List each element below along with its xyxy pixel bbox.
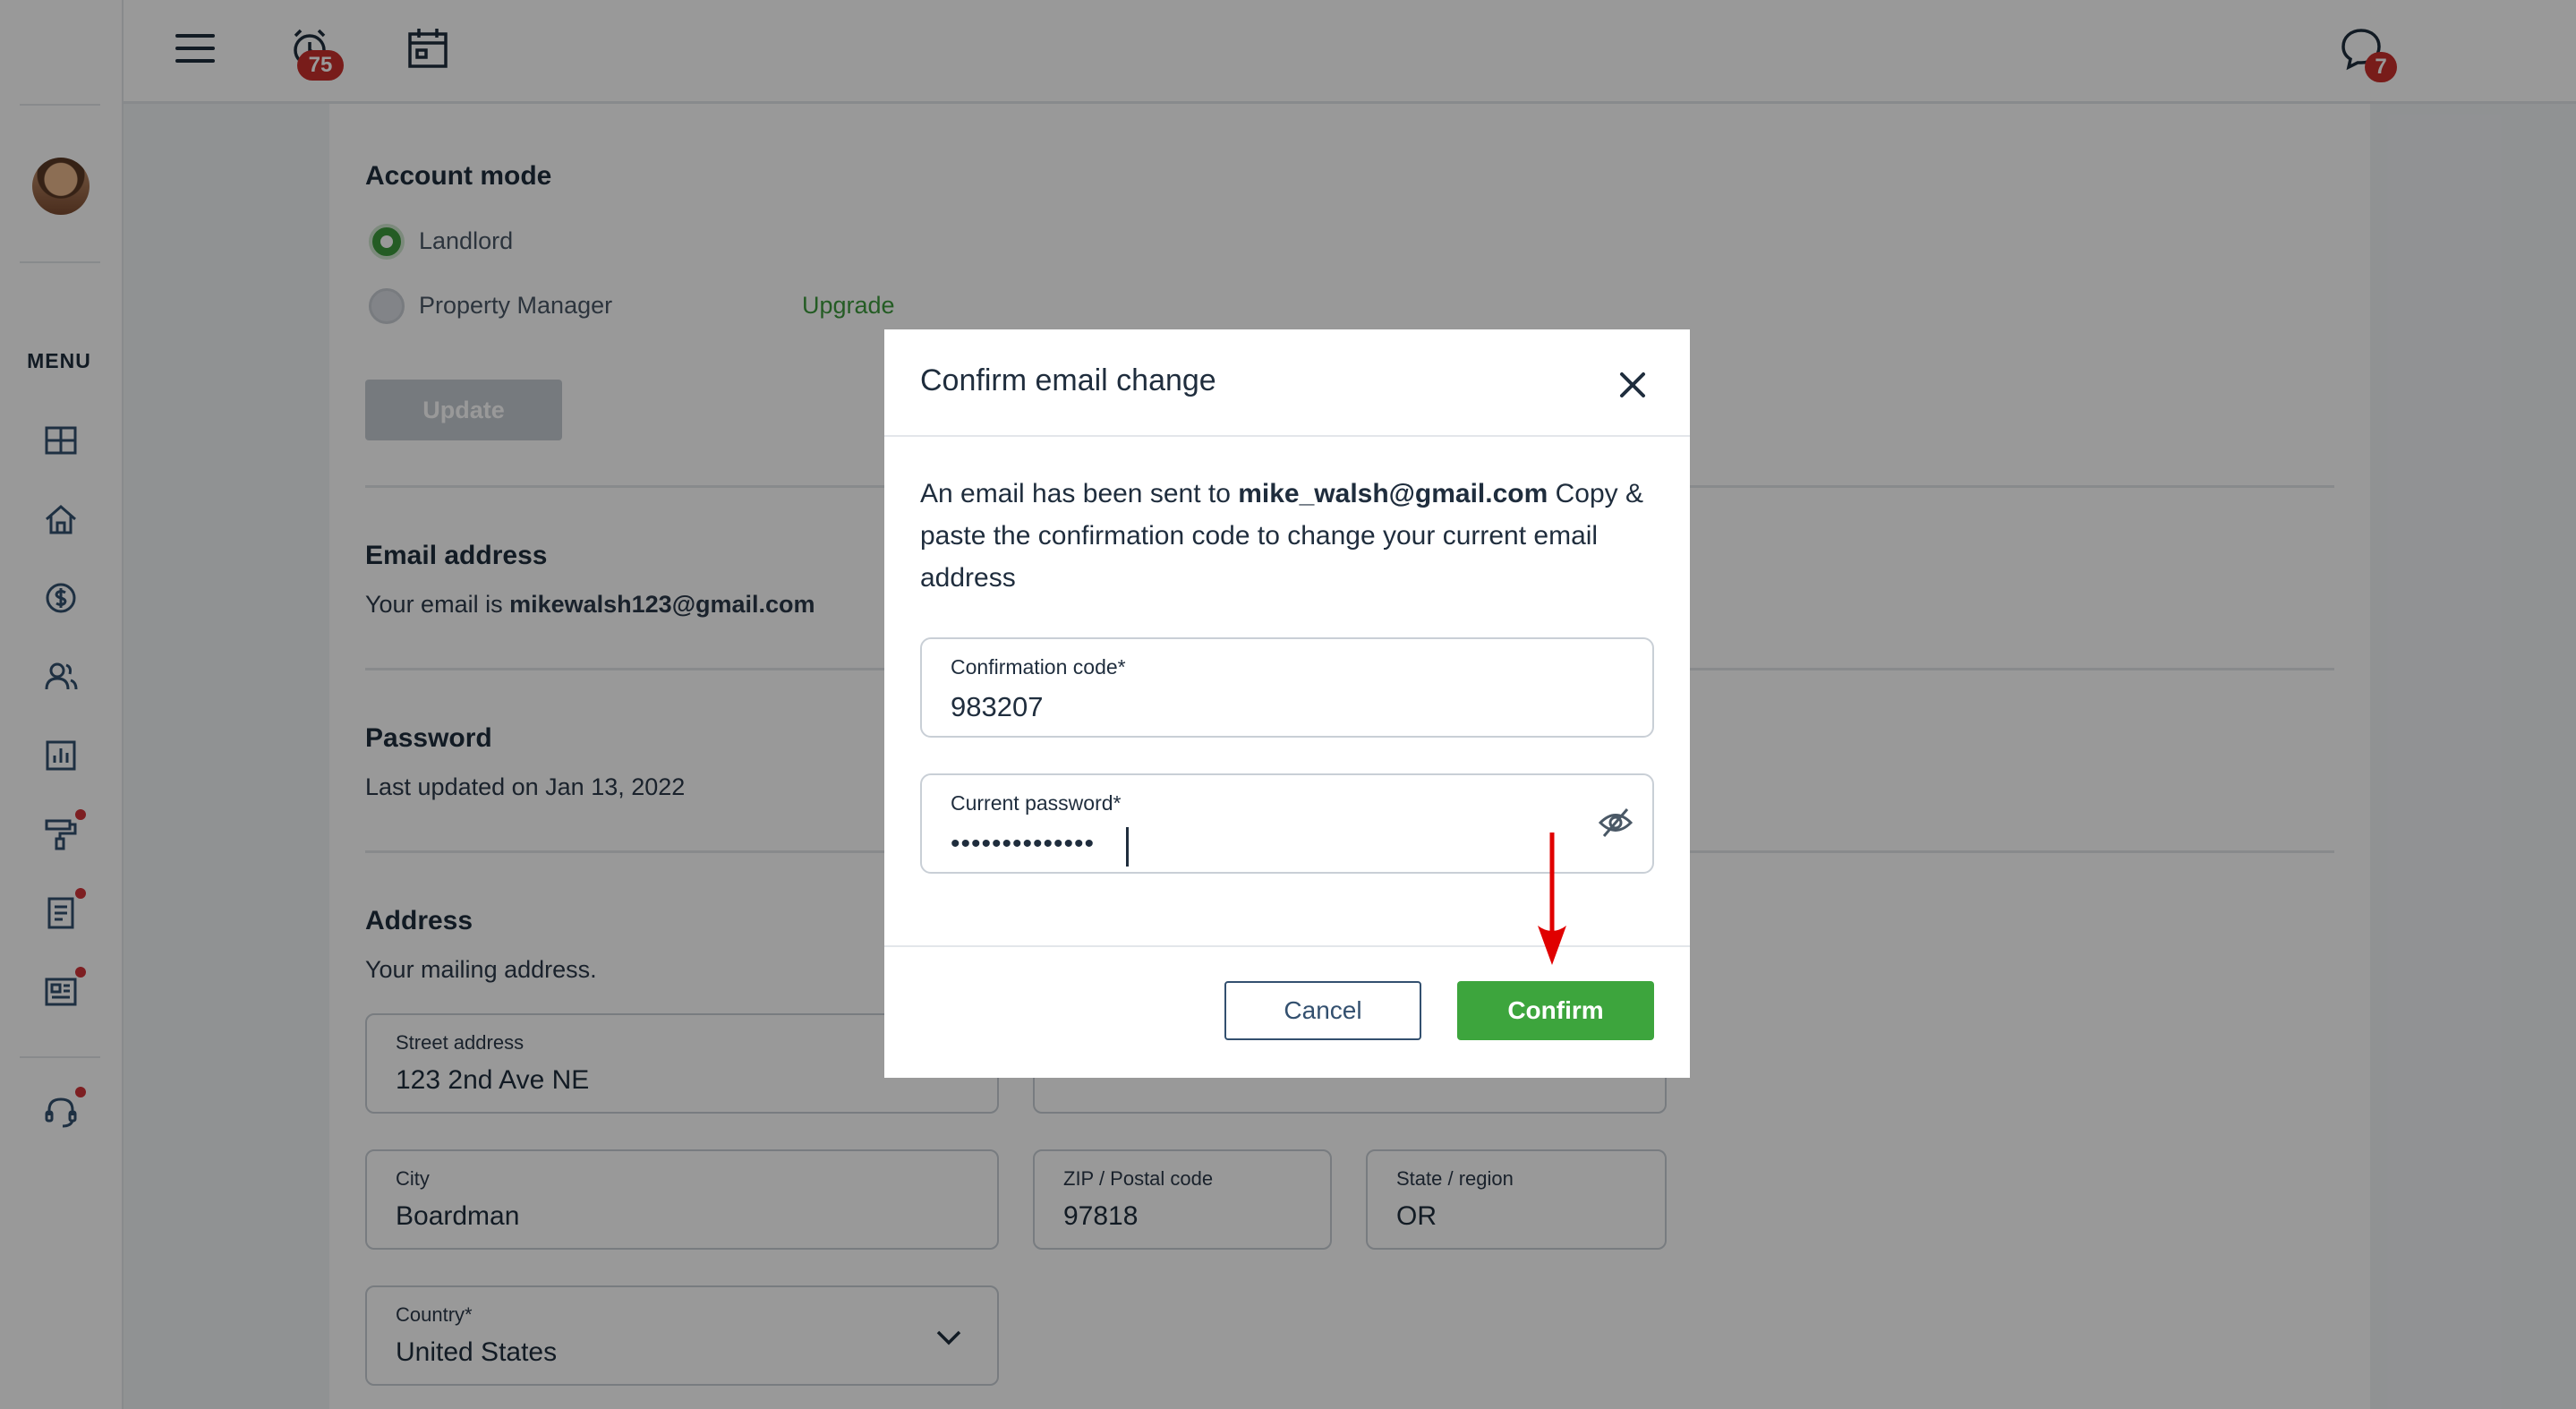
modal-message: An email has been sent to mike_walsh@gma…: [920, 473, 1663, 599]
close-icon[interactable]: [1615, 367, 1651, 403]
current-password-label: Current password*: [951, 791, 1122, 815]
eye-off-icon[interactable]: [1597, 804, 1634, 841]
modal-header-divider: [884, 435, 1690, 437]
red-arrow-annotation: [1538, 833, 1566, 965]
modal-message-prefix: An email has been sent to: [920, 479, 1239, 508]
current-password-value: ••••••••••••••: [951, 829, 1096, 858]
confirmation-code-field[interactable]: Confirmation code* 983207: [920, 637, 1654, 738]
modal-title: Confirm email change: [920, 363, 1216, 397]
cancel-button[interactable]: Cancel: [1224, 981, 1421, 1040]
confirm-button[interactable]: Confirm: [1457, 981, 1654, 1040]
confirmation-code-label: Confirmation code*: [951, 655, 1126, 679]
new-email: mike_walsh@gmail.com: [1238, 479, 1548, 508]
text-caret: [1126, 827, 1129, 867]
confirmation-code-value: 983207: [951, 691, 1044, 722]
